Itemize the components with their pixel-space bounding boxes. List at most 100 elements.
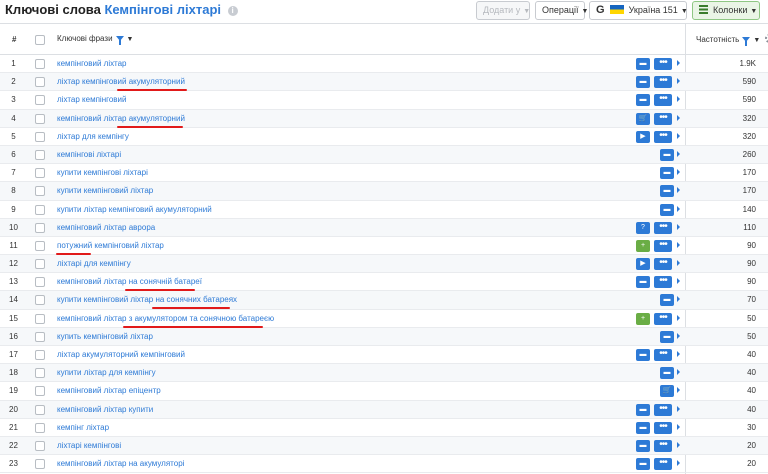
- keyword-link[interactable]: кемпінговий ліхтар на акумуляторі: [57, 459, 184, 468]
- row-checkbox[interactable]: [35, 331, 45, 342]
- columns-button[interactable]: Колонки ▼: [692, 1, 760, 20]
- chevron-right-icon[interactable]: [677, 241, 680, 248]
- cart-feature-icon[interactable]: 🛒: [636, 112, 650, 125]
- more-icon[interactable]: •••: [654, 58, 672, 70]
- chevron-right-icon[interactable]: [677, 278, 680, 285]
- info-icon[interactable]: i: [227, 6, 238, 16]
- chevron-right-icon[interactable]: [677, 169, 680, 176]
- row-checkbox[interactable]: [35, 149, 45, 160]
- more-icon[interactable]: •••: [654, 421, 672, 434]
- chevron-right-icon[interactable]: [677, 460, 680, 467]
- filter-icon[interactable]: [742, 37, 751, 46]
- chat-feature-icon[interactable]: ▬: [636, 76, 650, 89]
- chevron-right-icon[interactable]: [677, 332, 680, 339]
- row-checkbox[interactable]: [35, 295, 45, 306]
- more-icon[interactable]: •••: [654, 276, 672, 289]
- more-icon[interactable]: •••: [654, 458, 672, 471]
- keyword-link[interactable]: купити кемпінговий ліхтар на сонячних ба…: [57, 295, 237, 304]
- keyword-link[interactable]: купити кемпінговий ліхтар: [57, 186, 153, 195]
- row-checkbox[interactable]: [35, 168, 45, 179]
- more-icon[interactable]: •••: [654, 349, 672, 361]
- sort-down-icon[interactable]: ▼: [127, 36, 134, 43]
- keyword-link[interactable]: ліхтар кемпінговий акумуляторний: [57, 77, 185, 86]
- chevron-right-icon[interactable]: [677, 187, 680, 194]
- keyword-link[interactable]: ліхтар кемпінговий: [57, 95, 127, 104]
- sort-down-icon[interactable]: ▼: [753, 37, 760, 44]
- keyword-link[interactable]: потужний кемпінговий ліхтар: [57, 241, 164, 250]
- chevron-right-icon[interactable]: [677, 260, 680, 267]
- keyword-link[interactable]: кемпінгові ліхтарі: [57, 150, 121, 159]
- chat-feature-icon[interactable]: ▬: [636, 58, 650, 70]
- keyword-link[interactable]: купить кемпінговий ліхтар: [57, 332, 153, 341]
- chat-feature-icon[interactable]: ▬: [636, 421, 650, 434]
- chat-feature-icon[interactable]: ▬: [636, 439, 650, 452]
- chat-feature-icon[interactable]: ▬: [660, 185, 674, 198]
- chevron-right-icon[interactable]: [677, 223, 680, 230]
- row-checkbox[interactable]: [35, 59, 45, 69]
- keyword-link[interactable]: ліхтар акумуляторний кемпінговий: [57, 350, 185, 359]
- chevron-right-icon[interactable]: [677, 441, 680, 448]
- more-icon[interactable]: •••: [654, 130, 672, 143]
- chat-feature-icon[interactable]: ▬: [636, 276, 650, 289]
- row-checkbox[interactable]: [35, 222, 45, 233]
- chat-feature-icon[interactable]: ▬: [660, 167, 674, 180]
- chevron-right-icon[interactable]: [677, 387, 680, 394]
- more-icon[interactable]: •••: [654, 312, 672, 325]
- chevron-right-icon[interactable]: [677, 369, 680, 376]
- more-icon[interactable]: •••: [654, 76, 672, 89]
- chat-feature-icon[interactable]: ▬: [660, 203, 674, 216]
- chevron-right-icon[interactable]: [677, 60, 680, 66]
- row-checkbox[interactable]: [35, 277, 45, 288]
- keyword-link[interactable]: купити кемпінгові ліхтарі: [57, 168, 148, 177]
- chevron-right-icon[interactable]: [677, 150, 680, 157]
- video-feature-icon[interactable]: ▶: [636, 258, 650, 271]
- question-feature-icon[interactable]: ?: [636, 221, 650, 234]
- row-checkbox[interactable]: [35, 350, 45, 360]
- more-icon[interactable]: •••: [654, 239, 672, 252]
- row-checkbox[interactable]: [35, 440, 45, 451]
- row-checkbox[interactable]: [35, 459, 45, 470]
- row-checkbox[interactable]: [35, 386, 45, 397]
- filter-icon[interactable]: [115, 36, 124, 45]
- row-checkbox[interactable]: [35, 368, 45, 379]
- row-checkbox[interactable]: [35, 404, 45, 415]
- row-checkbox[interactable]: [35, 95, 45, 106]
- keyword-link[interactable]: ліхтарі для кемпінгу: [57, 259, 131, 268]
- video-feature-icon[interactable]: ▶: [636, 130, 650, 143]
- keyword-link[interactable]: кемпінговий ліхтар акумуляторний: [57, 114, 185, 123]
- chevron-right-icon[interactable]: [677, 296, 680, 303]
- keyword-link[interactable]: кемпінговий ліхтар: [57, 59, 127, 68]
- row-checkbox[interactable]: [35, 313, 45, 324]
- chevron-right-icon[interactable]: [677, 78, 680, 85]
- chat-feature-icon[interactable]: ▬: [660, 330, 674, 343]
- row-checkbox[interactable]: [35, 259, 45, 270]
- sitelinks-feature-icon[interactable]: +: [636, 239, 650, 252]
- chevron-right-icon[interactable]: [677, 351, 680, 357]
- keyword-link[interactable]: ліхтар для кемпінгу: [57, 132, 129, 141]
- more-icon[interactable]: •••: [654, 94, 672, 107]
- chevron-right-icon[interactable]: [677, 132, 680, 139]
- keyword-link[interactable]: кемпінговий ліхтар аврора: [57, 223, 155, 232]
- keyword-link[interactable]: купити ліхтар для кемпінгу: [57, 368, 156, 377]
- keyword-link[interactable]: кемпінговий ліхтар епіцентр: [57, 386, 161, 395]
- row-checkbox[interactable]: [35, 204, 45, 215]
- cart-feature-icon[interactable]: 🛒: [660, 385, 674, 398]
- chevron-right-icon[interactable]: [677, 423, 680, 430]
- chat-feature-icon[interactable]: ▬: [636, 94, 650, 107]
- chat-feature-icon[interactable]: ▬: [660, 367, 674, 380]
- keyword-link[interactable]: кемпінговий ліхтар купити: [57, 405, 153, 414]
- chat-feature-icon[interactable]: ▬: [636, 349, 650, 361]
- operations-button[interactable]: Операції ▼: [535, 1, 588, 20]
- more-icon[interactable]: •••: [654, 439, 672, 452]
- row-checkbox[interactable]: [35, 422, 45, 433]
- row-checkbox[interactable]: [35, 240, 45, 251]
- column-header-keyword[interactable]: Ключові фрази ▼: [57, 34, 134, 45]
- row-checkbox[interactable]: [35, 131, 45, 142]
- keyword-link[interactable]: кемпінговий ліхтар на сонячній батареї: [57, 277, 202, 286]
- chat-feature-icon[interactable]: ▬: [660, 148, 674, 161]
- chat-feature-icon[interactable]: ▬: [636, 403, 650, 416]
- chevron-right-icon[interactable]: [677, 96, 680, 103]
- column-header-frequency[interactable]: Частотність ▼: [696, 34, 768, 46]
- sitelinks-feature-icon[interactable]: +: [636, 312, 650, 325]
- chat-feature-icon[interactable]: ▬: [636, 458, 650, 471]
